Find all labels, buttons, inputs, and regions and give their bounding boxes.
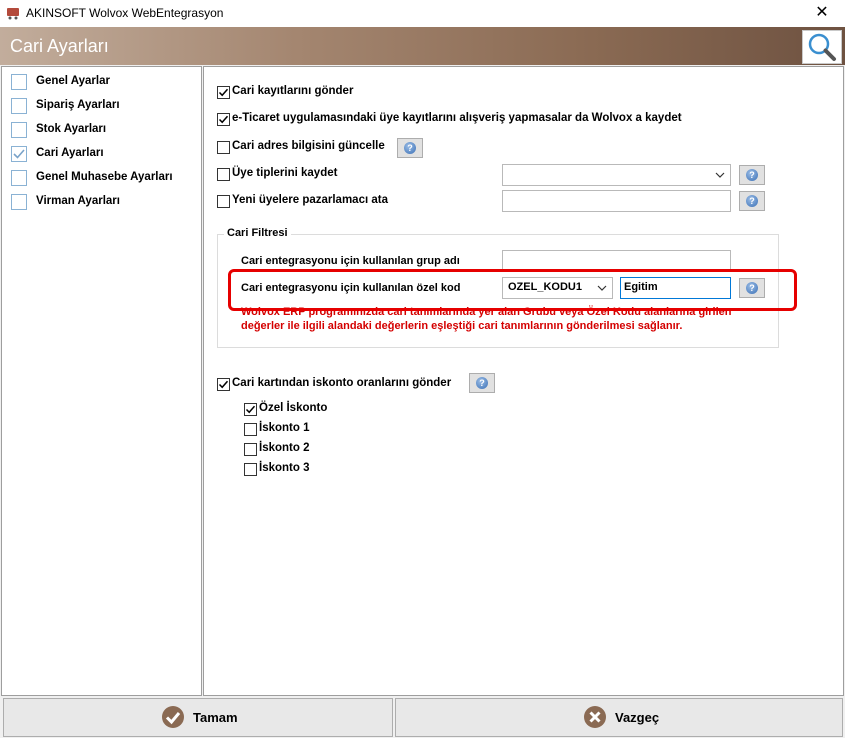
help-button[interactable]: ?	[739, 165, 765, 185]
check-icon	[218, 88, 229, 97]
cancel-label: Vazgeç	[615, 710, 660, 725]
help-button[interactable]: ?	[397, 138, 423, 158]
sidebar-item-label: Virman Ayarları	[36, 195, 120, 207]
info-line: değerler ile ilgili alandaki değerlerin …	[241, 320, 683, 332]
chevron-down-icon	[715, 172, 725, 178]
checkbox-label: İskonto 3	[259, 462, 310, 474]
check-icon	[13, 149, 25, 159]
search-button[interactable]	[802, 30, 842, 64]
help-button[interactable]: ?	[469, 373, 495, 393]
sidebar-checkbox	[11, 74, 27, 90]
ok-button[interactable]: Tamam	[3, 698, 393, 737]
sidebar-item-label: Genel Ayarlar	[36, 75, 110, 87]
check-icon	[245, 405, 256, 414]
sidebar-checkbox	[11, 98, 27, 114]
marketer-input[interactable]	[502, 190, 731, 212]
window-title: AKINSOFT Wolvox WebEntegrasyon	[26, 6, 224, 20]
cancel-button[interactable]: Vazgeç	[395, 698, 843, 737]
highlight-annotation	[228, 269, 797, 311]
checkbox-label: İskonto 2	[259, 442, 310, 454]
sidebar-item-label: Genel Muhasebe Ayarları	[36, 171, 173, 183]
sidebar-checkbox	[11, 170, 27, 186]
help-icon: ?	[476, 377, 488, 389]
help-icon: ?	[746, 195, 758, 207]
checkbox-label: Cari kayıtlarını gönder	[232, 85, 354, 97]
sidebar-checkbox	[11, 194, 27, 210]
sidebar-item-label: Stok Ayarları	[36, 123, 107, 135]
page-title: Cari Ayarları	[10, 36, 109, 56]
sidebar-item-label: Sipariş Ayarları	[36, 99, 120, 111]
sidebar-checkbox	[11, 122, 27, 138]
ok-label: Tamam	[193, 710, 238, 725]
sidebar-item-label: Cari Ayarları	[36, 147, 104, 159]
group-title: Cari Filtresi	[224, 227, 291, 239]
check-icon	[218, 380, 229, 389]
settings-sidebar: Genel Ayarlar Sipariş Ayarları Stok Ayar…	[1, 66, 202, 696]
checkbox-label: Cari kartından iskonto oranlarını gönder	[232, 377, 452, 389]
close-button[interactable]: ✕	[805, 2, 839, 24]
app-icon	[7, 8, 19, 20]
check-circle-icon	[162, 706, 184, 728]
group-name-label: Cari entegrasyonu için kullanılan grup a…	[241, 255, 460, 267]
check-icon	[218, 115, 229, 124]
help-icon: ?	[746, 169, 758, 181]
checkbox-label: Cari adres bilgisini güncelle	[232, 140, 385, 152]
search-icon	[808, 33, 836, 61]
title-bar: AKINSOFT Wolvox WebEntegrasyon ✕	[0, 0, 845, 28]
help-button[interactable]: ?	[739, 191, 765, 211]
sidebar-checkbox-checked	[11, 146, 27, 162]
page-header: Cari Ayarları	[0, 27, 845, 65]
cancel-circle-icon	[584, 706, 606, 728]
checkbox-label: Özel İskonto	[259, 402, 328, 414]
checkbox-label: Yeni üyelere pazarlamacı ata	[232, 194, 388, 206]
checkbox-label: e-Ticaret uygulamasındaki üye kayıtların…	[232, 112, 682, 124]
member-types-select[interactable]	[502, 164, 731, 186]
checkbox-label: Üye tiplerini kaydet	[232, 167, 338, 179]
help-icon: ?	[404, 142, 416, 154]
checkbox-label: İskonto 1	[259, 422, 310, 434]
